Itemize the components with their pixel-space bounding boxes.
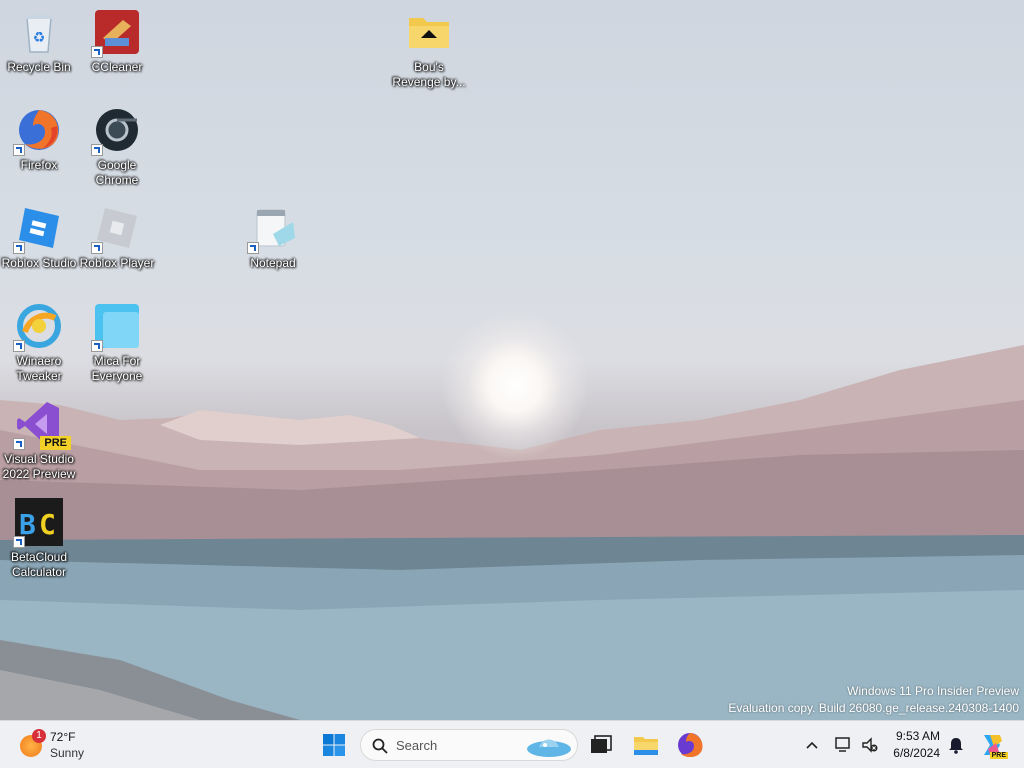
desktop-icon-google-chrome[interactable]: Google Chrome	[78, 106, 156, 188]
firefox-taskbar-button[interactable]	[674, 729, 706, 761]
betacloud-calculator-icon: B C	[13, 498, 63, 548]
shortcut-arrow-icon	[91, 340, 103, 352]
icon-label: BetaCloud Calculator	[10, 550, 68, 579]
folder-icon	[405, 8, 453, 56]
firefox-icon	[13, 106, 63, 156]
bell-icon	[949, 738, 963, 754]
task-view-icon	[591, 735, 612, 753]
shortcut-arrow-icon	[13, 340, 25, 352]
desktop-icon-roblox-studio[interactable]: Roblox Studio	[0, 204, 78, 271]
desktop-icon-notepad[interactable]: Notepad	[234, 204, 312, 271]
task-view-button[interactable]	[584, 729, 616, 761]
icon-label: Bou's Revenge by...	[392, 60, 466, 89]
file-explorer-icon	[634, 737, 658, 755]
desktop-icon-mica-for-everyone[interactable]: Mica For Everyone	[78, 302, 156, 384]
weather-alert-badge: 1	[32, 729, 46, 743]
icon-label: Roblox Studio	[1, 256, 77, 270]
notifications-button[interactable]	[946, 735, 966, 755]
icon-label: Firefox	[20, 158, 58, 172]
volume-button[interactable]	[860, 735, 880, 755]
windows-logo-icon	[323, 734, 345, 756]
shortcut-arrow-icon	[91, 144, 103, 156]
weather-temp: 72°F	[50, 730, 76, 744]
shortcut-arrow-icon	[13, 536, 25, 548]
icon-label: Notepad	[250, 256, 296, 270]
file-explorer-button[interactable]	[630, 729, 662, 761]
taskbar: 1 72°F Sunny Search 9:53 AM 6/8/2024 PRE	[0, 720, 1024, 768]
icon-label: Recycle Bin	[7, 60, 71, 74]
desktop-icon-betacloud-calculator[interactable]: B C BetaCloud Calculator	[0, 498, 78, 580]
svg-text:C: C	[39, 508, 56, 541]
show-hidden-icons-button[interactable]	[802, 735, 822, 755]
volume-muted-icon	[862, 737, 878, 753]
firefox-icon	[678, 733, 703, 758]
desktop-icon-winaero-tweaker[interactable]: Winaero Tweaker	[0, 302, 78, 384]
shortcut-arrow-icon	[13, 144, 25, 156]
chrome-icon	[91, 106, 141, 156]
icon-label: Winaero Tweaker	[16, 354, 62, 383]
desktop-icon-recycle-bin[interactable]: ♻ Recycle Bin	[0, 8, 78, 75]
copilot-pre-badge: PRE	[989, 752, 1008, 759]
icon-label: Roblox Player	[79, 256, 155, 270]
shortcut-arrow-icon	[13, 242, 25, 254]
desktop-icon-visual-studio-2022-preview[interactable]: PRE Visual Studio 2022 Preview	[0, 400, 78, 482]
recycle-bin-icon: ♻	[15, 8, 63, 56]
weather-widget[interactable]: 1 72°F Sunny	[18, 725, 98, 765]
shortcut-arrow-icon	[13, 438, 25, 450]
roblox-player-icon	[91, 204, 141, 254]
icon-label: Visual Studio 2022 Preview	[2, 452, 76, 481]
clock[interactable]: 9:53 AM 6/8/2024	[884, 727, 944, 763]
shortcut-arrow-icon	[91, 46, 103, 58]
evaluation-watermark-line1: Windows 11 Pro Insider Preview	[847, 684, 1019, 698]
clock-date: 6/8/2024	[893, 746, 940, 760]
network-icon	[835, 737, 850, 752]
ccleaner-icon	[91, 8, 141, 58]
svg-text:♻: ♻	[33, 30, 46, 46]
visual-studio-icon: PRE	[13, 400, 71, 450]
mica-for-everyone-icon	[91, 302, 141, 352]
weather-condition: Sunny	[50, 746, 85, 760]
taskbar-search[interactable]: Search	[360, 729, 578, 761]
notepad-icon	[247, 204, 297, 254]
icon-label: Google Chrome	[95, 158, 139, 187]
clock-time: 9:53 AM	[895, 729, 940, 743]
shortcut-arrow-icon	[247, 242, 259, 254]
desktop-icon-firefox[interactable]: Firefox	[0, 106, 78, 173]
evaluation-watermark-line2: Evaluation copy. Build 26080.ge_release.…	[728, 701, 1019, 715]
network-button[interactable]	[834, 735, 854, 755]
chevron-up-icon	[806, 741, 818, 749]
icon-label: CCleaner	[91, 60, 143, 74]
desktop[interactable]: ♻ Recycle Bin CCleaner Bou's Revenge by.…	[0, 0, 1024, 720]
desktop-icon-ccleaner[interactable]: CCleaner	[78, 8, 156, 75]
search-icon	[372, 738, 388, 754]
desktop-icon-bous-revenge[interactable]: Bou's Revenge by...	[390, 8, 468, 90]
pre-badge: PRE	[40, 436, 71, 450]
shortcut-arrow-icon	[91, 242, 103, 254]
sun-glow	[440, 310, 590, 460]
desktop-icon-roblox-player[interactable]: Roblox Player	[78, 204, 156, 271]
start-button[interactable]	[318, 729, 350, 761]
winaero-tweaker-icon	[13, 302, 63, 352]
search-placeholder: Search	[396, 738, 438, 753]
search-highlight-icon	[527, 739, 571, 757]
copilot-button[interactable]: PRE	[978, 731, 1008, 759]
roblox-studio-icon	[13, 204, 63, 254]
icon-label: Mica For Everyone	[91, 354, 143, 383]
